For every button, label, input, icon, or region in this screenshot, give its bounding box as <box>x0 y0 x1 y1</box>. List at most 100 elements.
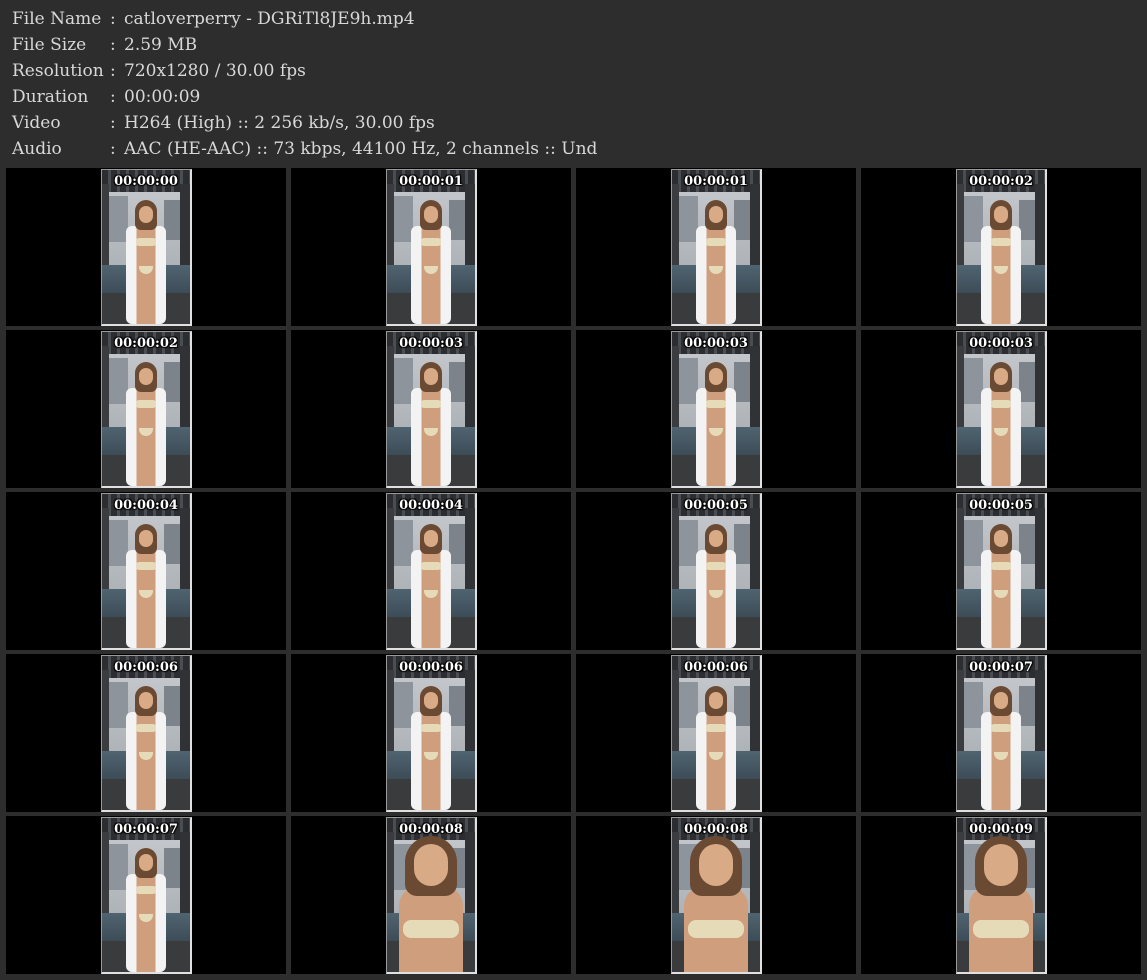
person-top <box>706 724 726 732</box>
person-top <box>136 400 156 408</box>
frame-building <box>676 196 698 242</box>
person-top <box>421 724 441 732</box>
video-frame-thumbnail: 00:00:02 <box>101 331 192 488</box>
thumbnail-cell: 00:00:01 <box>576 168 856 326</box>
thumbnail-cell: 00:00:03 <box>861 330 1141 488</box>
thumbnail-timestamp: 00:00:04 <box>399 498 463 513</box>
thumbnail-cell: 00:00:05 <box>576 492 856 650</box>
person-face <box>709 692 723 709</box>
frame-person <box>126 848 166 972</box>
frame-building <box>106 196 128 242</box>
frame-person <box>696 200 736 324</box>
person-face <box>424 692 438 709</box>
person-top <box>421 400 441 408</box>
person-top <box>688 920 744 938</box>
frame-building <box>106 520 128 566</box>
thumbnail-cell: 00:00:09 <box>861 816 1141 974</box>
info-value: catloverperry - DGRiTl8JE9h.mp4 <box>124 9 415 29</box>
frame-person <box>680 836 752 972</box>
person-top <box>991 400 1011 408</box>
frame-person <box>126 362 166 486</box>
thumbnail-cell: 00:00:07 <box>861 654 1141 812</box>
thumbnail-timestamp: 00:00:08 <box>684 822 748 837</box>
person-face <box>994 692 1008 709</box>
frame-building <box>676 682 698 728</box>
thumbnail-timestamp: 00:00:06 <box>114 660 178 675</box>
video-frame-thumbnail: 00:00:07 <box>101 817 192 974</box>
frame-person <box>696 686 736 810</box>
frame-person <box>965 836 1037 972</box>
frame-building <box>391 196 413 242</box>
person-top <box>706 562 726 570</box>
frame-building <box>391 520 413 566</box>
video-frame-thumbnail: 00:00:06 <box>386 655 477 812</box>
person-top <box>136 886 156 894</box>
thumbnail-timestamp: 00:00:01 <box>684 174 748 189</box>
info-row-file-size: File Size : 2.59 MB <box>12 32 1132 58</box>
frame-building <box>961 682 983 728</box>
info-separator: : <box>110 139 116 159</box>
thumbnail-timestamp: 00:00:00 <box>114 174 178 189</box>
video-frame-thumbnail: 00:00:01 <box>386 169 477 326</box>
frame-person <box>411 362 451 486</box>
thumbnail-timestamp: 00:00:07 <box>969 660 1033 675</box>
video-frame-thumbnail: 00:00:08 <box>671 817 762 974</box>
thumbnail-timestamp: 00:00:03 <box>684 336 748 351</box>
person-top <box>136 724 156 732</box>
frame-building <box>106 844 128 890</box>
frame-building <box>961 358 983 404</box>
person-top <box>991 562 1011 570</box>
thumbnail-cell: 00:00:03 <box>291 330 571 488</box>
thumbnail-cell: 00:00:08 <box>291 816 571 974</box>
thumbnail-timestamp: 00:00:02 <box>969 174 1033 189</box>
thumbnail-cell: 00:00:02 <box>6 330 286 488</box>
thumbnail-cell: 00:00:07 <box>6 816 286 974</box>
person-face <box>709 206 723 223</box>
thumbnail-cell: 00:00:04 <box>291 492 571 650</box>
person-face <box>424 206 438 223</box>
thumbnail-timestamp: 00:00:05 <box>684 498 748 513</box>
person-face <box>414 844 448 886</box>
thumbnail-cell: 00:00:04 <box>6 492 286 650</box>
thumbnail-timestamp: 00:00:04 <box>114 498 178 513</box>
person-face <box>139 368 153 385</box>
info-label: Audio <box>12 139 62 159</box>
info-row-audio: Audio : AAC (HE-AAC) :: 73 kbps, 44100 H… <box>12 136 1132 162</box>
frame-person <box>981 524 1021 648</box>
frame-building <box>106 358 128 404</box>
info-label: Duration <box>12 87 89 107</box>
video-frame-thumbnail: 00:00:00 <box>101 169 192 326</box>
info-value: 720x1280 / 30.00 fps <box>124 61 306 81</box>
video-frame-thumbnail: 00:00:05 <box>956 493 1047 650</box>
video-frame-thumbnail: 00:00:04 <box>101 493 192 650</box>
person-top <box>136 562 156 570</box>
frame-building <box>961 196 983 242</box>
thumbnail-timestamp: 00:00:02 <box>114 336 178 351</box>
thumbnail-cell: 00:00:05 <box>861 492 1141 650</box>
thumbnail-cell: 00:00:06 <box>576 654 856 812</box>
frame-person <box>981 686 1021 810</box>
video-frame-thumbnail: 00:00:04 <box>386 493 477 650</box>
video-frame-thumbnail: 00:00:03 <box>956 331 1047 488</box>
thumbnail-timestamp: 00:00:06 <box>399 660 463 675</box>
thumbnail-cell: 00:00:02 <box>861 168 1141 326</box>
person-top <box>421 562 441 570</box>
frame-building <box>391 682 413 728</box>
video-frame-thumbnail: 00:00:06 <box>101 655 192 812</box>
frame-person <box>696 524 736 648</box>
person-face <box>699 844 733 886</box>
thumbnail-grid: 00:00:00 00:00:01 00:00:01 00:00:02 00:00:02… <box>6 168 1143 978</box>
video-frame-thumbnail: 00:00:03 <box>386 331 477 488</box>
frame-building <box>676 520 698 566</box>
person-face <box>424 368 438 385</box>
person-face <box>994 206 1008 223</box>
info-row-resolution: Resolution : 720x1280 / 30.00 fps <box>12 58 1132 84</box>
person-face <box>139 692 153 709</box>
thumbnail-cell: 00:00:06 <box>6 654 286 812</box>
thumbnail-timestamp: 00:00:09 <box>969 822 1033 837</box>
frame-person <box>411 200 451 324</box>
frame-person <box>411 524 451 648</box>
person-top <box>706 238 726 246</box>
person-top <box>403 920 459 938</box>
info-separator: : <box>110 35 116 55</box>
